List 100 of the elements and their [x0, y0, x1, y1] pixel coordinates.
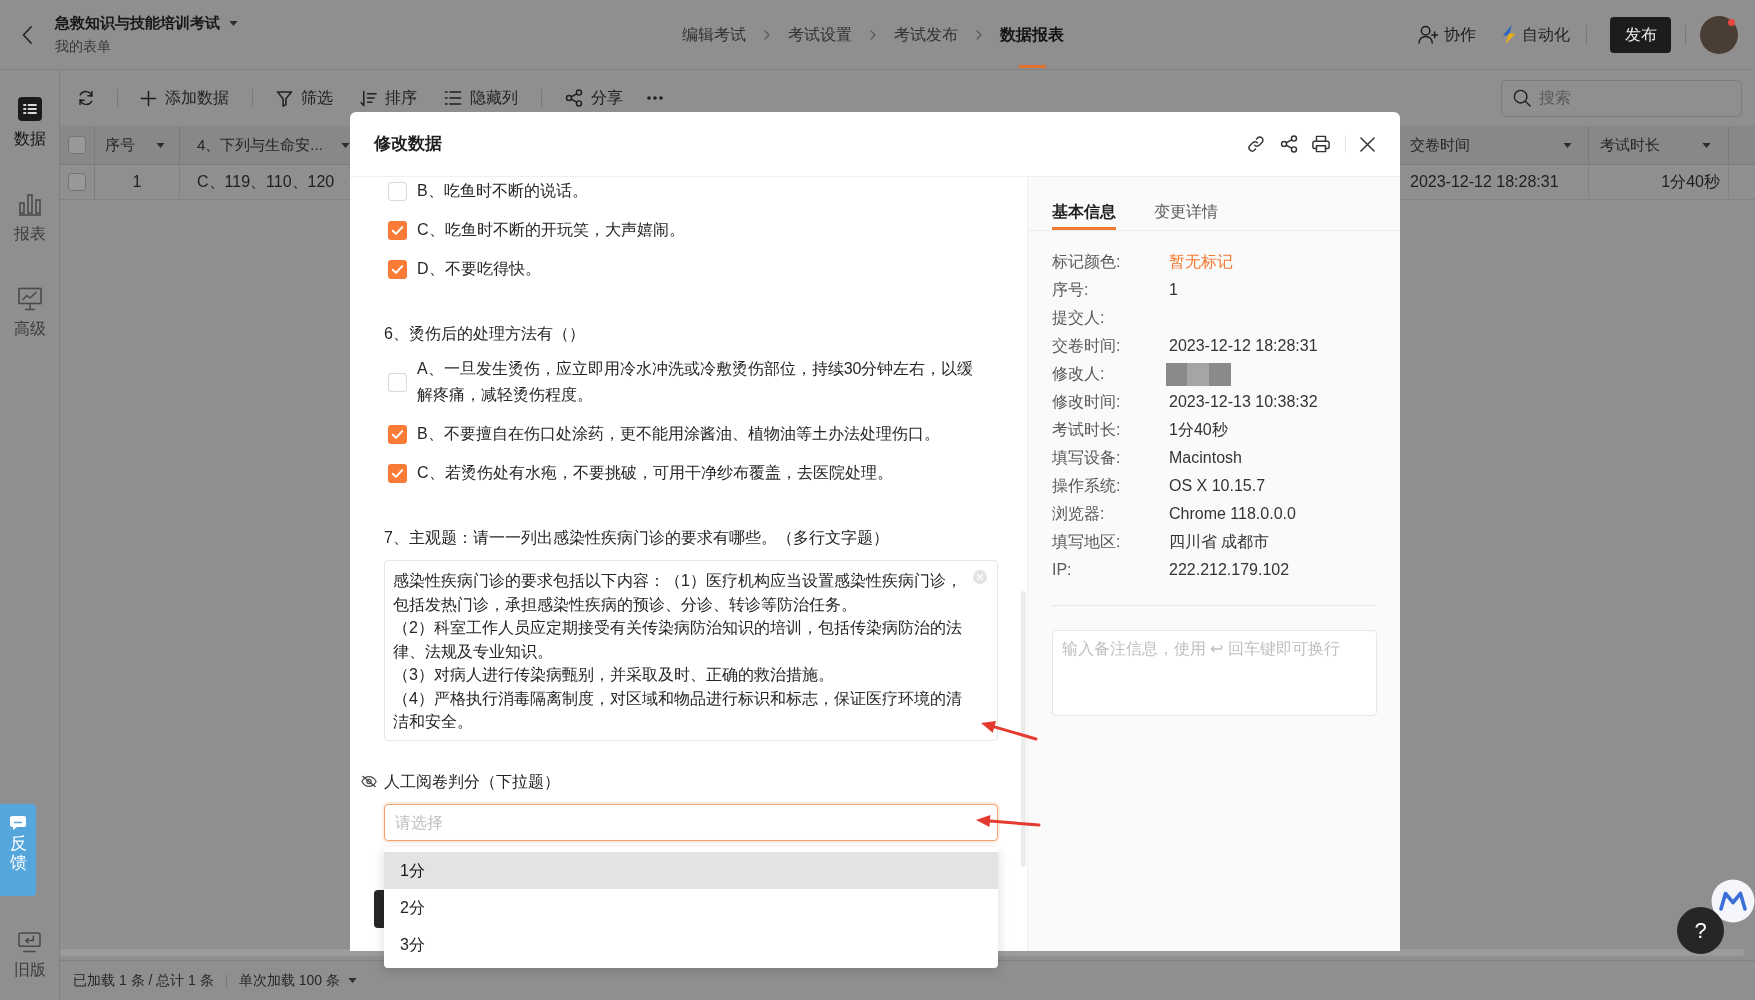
- checkbox[interactable]: [388, 463, 407, 483]
- info-label: 操作系统:: [1052, 476, 1122, 496]
- refresh-icon[interactable]: [77, 89, 95, 107]
- sidebar-item[interactable]: 报表: [13, 192, 46, 244]
- publish-button[interactable]: 发布: [1610, 16, 1671, 53]
- vertical-scrollbar[interactable]: [1021, 591, 1026, 867]
- step-tab[interactable]: 编辑考试: [682, 0, 746, 69]
- logo-icon[interactable]: [1711, 879, 1755, 923]
- option-label: C、若烫伤处有水疱，不要挑破，可用干净纱布覆盖，去医院处理。: [417, 463, 894, 483]
- table-cell-text: 1分40秒: [1661, 172, 1720, 192]
- option-label: A、一旦发生烫伤，应立即用冷水冲洗或冷敷烫伤部位，持续30分钟左右，以缓解疼痛，减轻烫伤程度。: [417, 359, 975, 405]
- checkbox[interactable]: [388, 220, 407, 240]
- sidebar-item[interactable]: 数据: [13, 97, 46, 149]
- info-label: 考试时长:: [1052, 420, 1122, 440]
- chevron-right-icon: [976, 29, 982, 40]
- dropdown-option[interactable]: 3分: [384, 926, 998, 963]
- info-value: 四川省 成都市: [1169, 532, 1270, 552]
- info-value: Chrome 118.0.0.0: [1169, 504, 1296, 524]
- checkbox[interactable]: [68, 136, 86, 154]
- table-cell-text: 2023-12-12 18:28:31: [1410, 172, 1559, 192]
- line-chart-icon: [17, 287, 42, 311]
- filter-icon: [276, 89, 293, 107]
- sidebar-item[interactable]: 高级: [13, 287, 46, 339]
- search-icon: [1513, 89, 1531, 107]
- caret-down-icon[interactable]: [341, 142, 350, 148]
- step-tab[interactable]: 考试设置: [788, 0, 852, 69]
- chevron-right-icon: [870, 29, 876, 40]
- info-label: 修改时间:: [1052, 392, 1122, 412]
- sort-icon: [360, 89, 377, 107]
- list-icon: [17, 97, 42, 121]
- info-label: 提交人:: [1052, 308, 1106, 328]
- question-title: 7、主观题：请一一列出感染性疾病门诊的要求有哪些。（多行文字题）: [384, 528, 889, 548]
- modal-title: 修改数据: [374, 133, 442, 156]
- step-tab[interactable]: 数据报表: [1000, 0, 1064, 69]
- toolbar-button[interactable]: 添加数据: [140, 86, 229, 110]
- form-subtitle: 我的表单: [55, 37, 112, 56]
- caret-down-icon[interactable]: [1702, 142, 1711, 148]
- close-icon[interactable]: [1360, 136, 1375, 152]
- back-icon[interactable]: [22, 25, 32, 44]
- checkbox[interactable]: [68, 173, 86, 191]
- info-value: OS X 10.15.7: [1169, 476, 1266, 496]
- table-cell-text: C、119、110、120: [197, 172, 335, 192]
- dropdown-option[interactable]: 1分: [384, 852, 998, 889]
- column-header[interactable]: 交卷时间: [1410, 133, 1470, 157]
- legacy-button[interactable]: 旧版: [13, 932, 46, 980]
- more-icon[interactable]: [647, 96, 663, 100]
- info-label: 修改人:: [1052, 364, 1106, 384]
- caret-down-icon[interactable]: [1563, 142, 1572, 148]
- answer-box[interactable]: 感染性疾病门诊的要求包括以下内容：（1）医疗机构应当设置感染性疾病门诊，包括发热门诊，承担感染性疾病的预诊、分诊、转诊等防治任务。 （2）科室工作人员应定期接受有关传染病防治知识的培训，包括传染病防治的法律、法规及专业知识。 （3）对病人进行传染病甄别，并采取及时、正确的救治措施。 （4）严格执行消毒隔离制度，对区域和物品进行标识和标志，保证医疗环境的清洁和安全。: [384, 560, 998, 741]
- collaborate-button[interactable]: 协作: [1418, 22, 1476, 47]
- checkbox[interactable]: [388, 424, 407, 444]
- print-icon[interactable]: [1312, 135, 1330, 153]
- toolbar-button[interactable]: 隐藏列: [444, 86, 518, 110]
- info-label: 填写设备:: [1052, 448, 1122, 468]
- user-plus-icon: [1418, 25, 1439, 44]
- option-label: C、吃鱼时不断的开玩笑，大声嬉闹。: [417, 220, 686, 240]
- redacted-block: [1166, 362, 1231, 386]
- form-title: 急救知识与技能培训考试: [55, 13, 220, 33]
- question-title: 6、烫伤后的处理方法有（）: [384, 324, 585, 344]
- caret-down-icon: [347, 978, 357, 983]
- select-field[interactable]: 请选择: [384, 804, 998, 841]
- share-icon[interactable]: [1280, 135, 1298, 153]
- info-label: 填写地区:: [1052, 532, 1122, 552]
- caret-down-icon[interactable]: [229, 20, 238, 26]
- step-tab[interactable]: 考试发布: [894, 0, 958, 69]
- panel-tab[interactable]: 基本信息: [1052, 200, 1116, 230]
- info-value: 2023-12-13 10:38:32: [1169, 392, 1318, 412]
- link-icon[interactable]: [1247, 135, 1265, 153]
- remark-field[interactable]: 输入备注信息，使用 ↩ 回车键即可换行: [1052, 630, 1377, 716]
- button-edge[interactable]: [374, 890, 384, 928]
- info-value: Macintosh: [1169, 448, 1242, 468]
- toolbar-button[interactable]: 分享: [565, 86, 623, 110]
- plus-icon: [140, 89, 157, 107]
- option-label: B、吃鱼时不断的说话。: [417, 181, 589, 201]
- toolbar-button[interactable]: 筛选: [276, 86, 333, 110]
- mark-link[interactable]: 暂无标记: [1169, 250, 1233, 274]
- table-cell-text: 1: [132, 172, 142, 192]
- option-label: B、不要擅自在伤口处涂药，更不能用涂酱油、植物油等土办法处理伤口。: [417, 424, 941, 444]
- dropdown-option[interactable]: 2分: [384, 889, 998, 926]
- info-value: 1分40秒: [1169, 420, 1228, 440]
- panel-tab[interactable]: 变更详情: [1154, 200, 1218, 230]
- chat-icon: [10, 816, 26, 830]
- bar-chart-icon: [17, 192, 42, 216]
- load-count: 已加载 1 条 / 总计 1 条: [73, 971, 214, 990]
- checkbox[interactable]: [388, 259, 407, 279]
- info-label: 浏览器:: [1052, 504, 1106, 524]
- automation-button[interactable]: 自动化: [1500, 22, 1570, 47]
- info-value: 2023-12-12 18:28:31: [1169, 336, 1318, 356]
- caret-down-icon[interactable]: [156, 142, 165, 148]
- column-header[interactable]: 考试时长: [1600, 133, 1660, 157]
- toolbar-button[interactable]: 排序: [360, 86, 417, 110]
- info-label: 交卷时间:: [1052, 336, 1122, 356]
- question-title: 人工阅卷判分（下拉题）: [384, 772, 560, 792]
- return-box-icon: [18, 932, 41, 953]
- column-header[interactable]: 4、下列与生命安...: [197, 133, 323, 157]
- info-label: 标记颜色:: [1052, 252, 1122, 272]
- column-header[interactable]: 序号: [105, 133, 135, 157]
- page-size-select[interactable]: 单次加载 100 条: [238, 970, 357, 991]
- feedback-button[interactable]: 反馈: [0, 804, 36, 896]
- avatar[interactable]: [1700, 15, 1738, 54]
